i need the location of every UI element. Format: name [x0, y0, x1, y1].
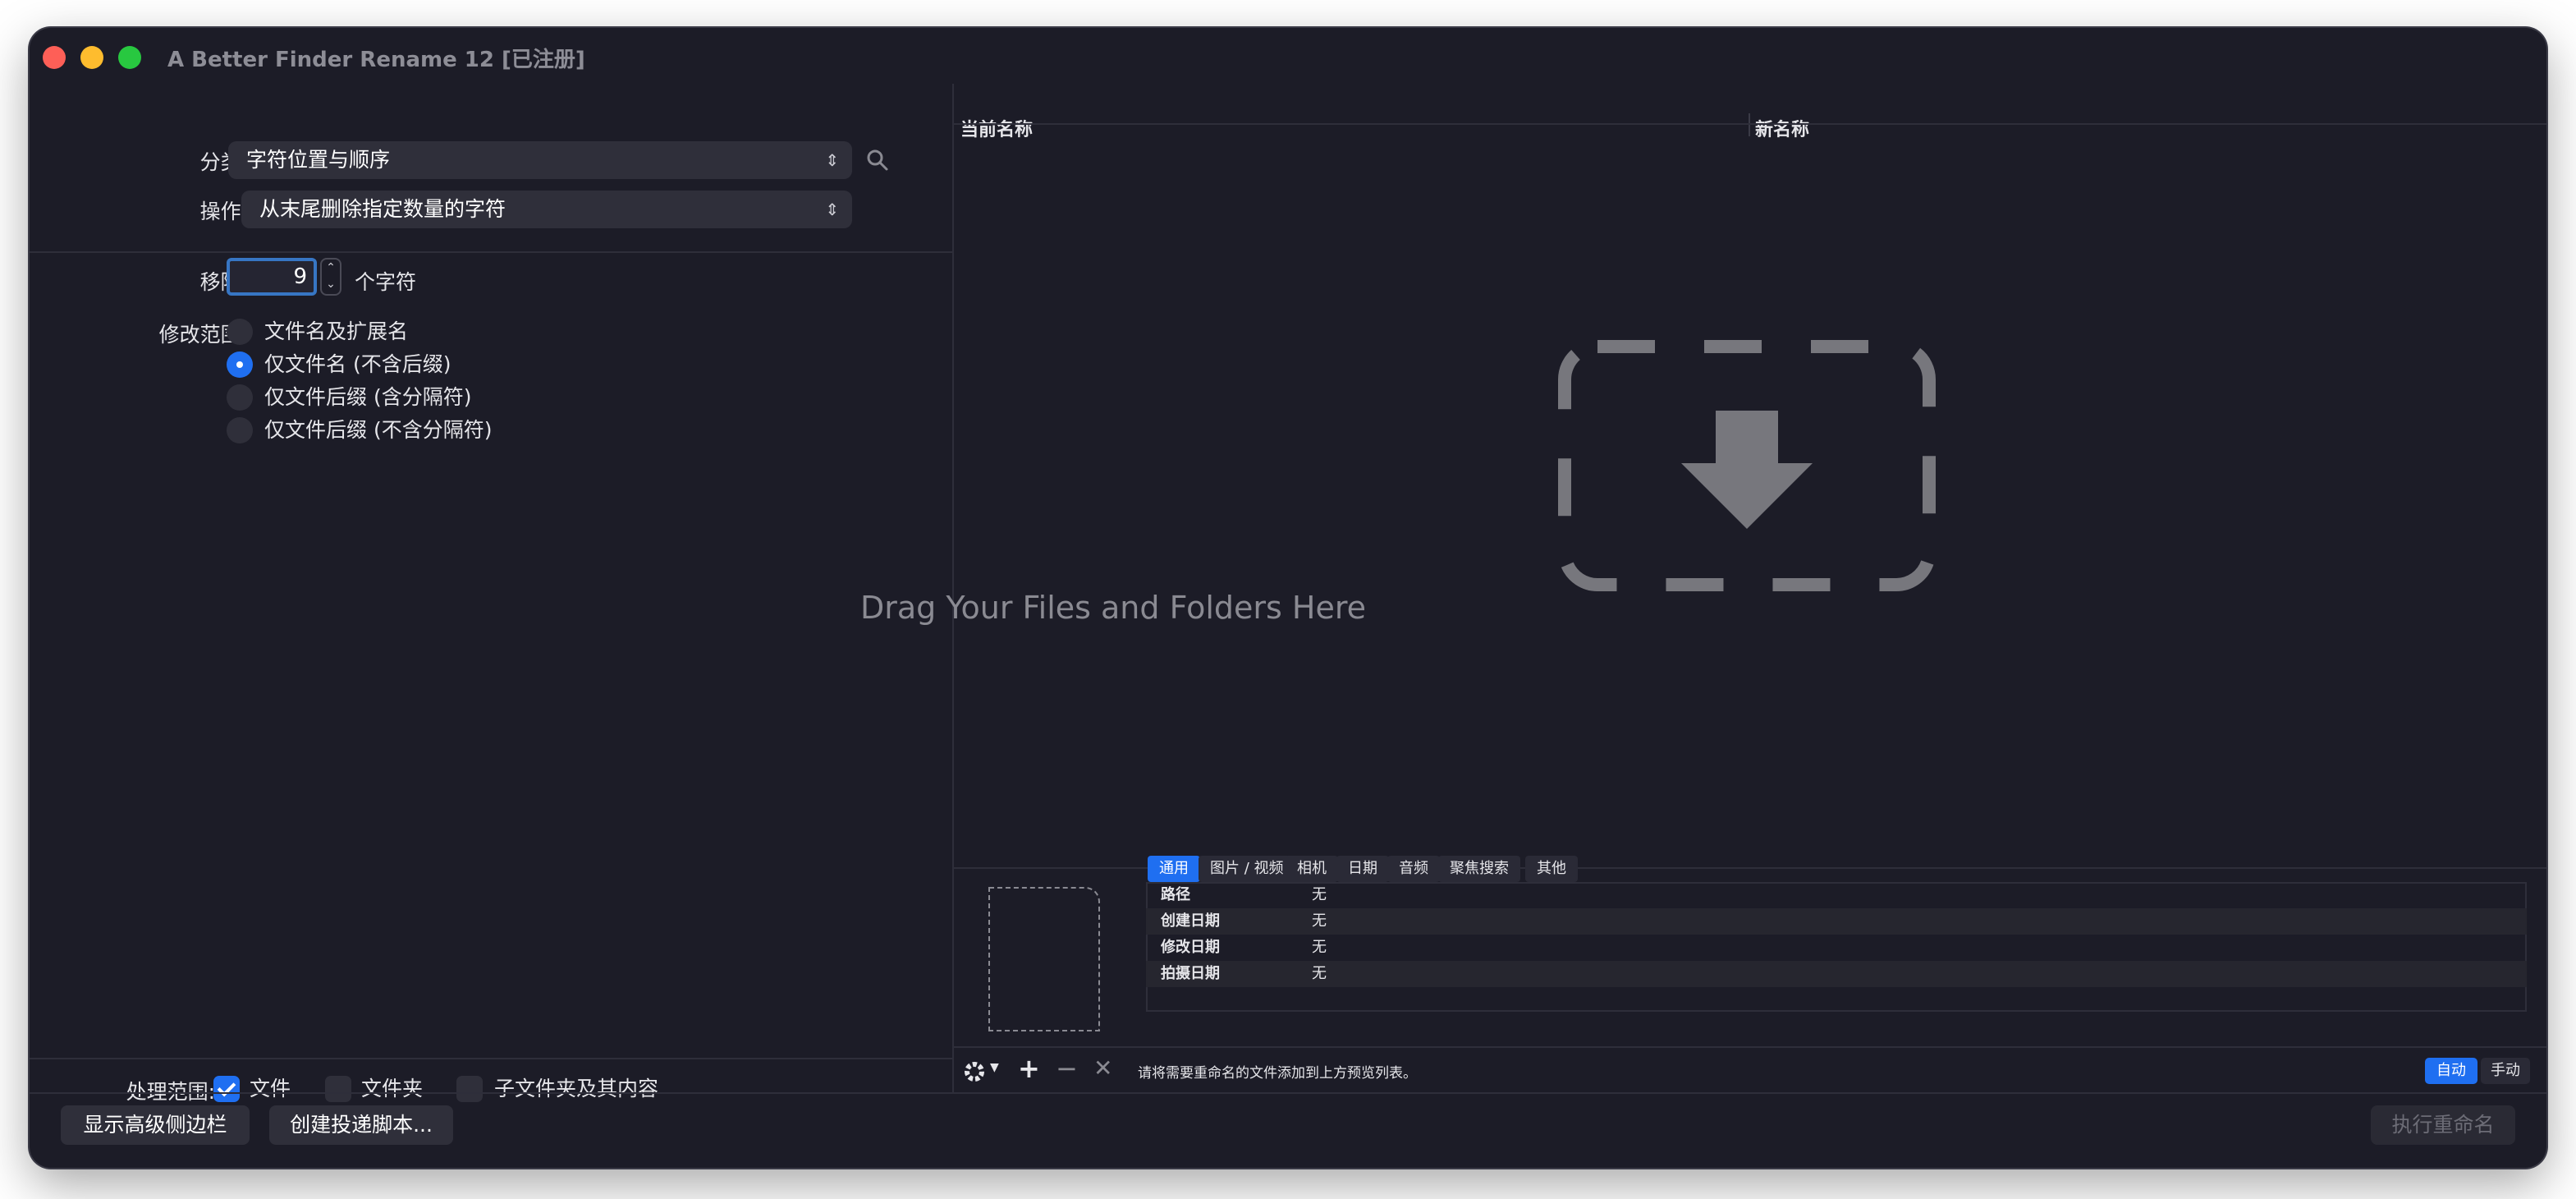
app-window: A Better Finder Rename 12 [已注册] 分类: 字符位置… — [30, 28, 2546, 1168]
zoom-window-button[interactable] — [118, 46, 141, 69]
category-popup[interactable]: 字符位置与顺序 ⇕ — [228, 141, 852, 179]
status-divider — [954, 1046, 2546, 1048]
remove-icon[interactable]: − — [1056, 1053, 1078, 1084]
close-window-button[interactable] — [43, 46, 66, 69]
title-bar: A Better Finder Rename 12 [已注册] — [30, 28, 2546, 84]
chevron-updown-icon: ⇕ — [825, 200, 839, 219]
info-row: 修改日期 无 — [1146, 935, 2527, 961]
tab-date[interactable]: 日期 — [1336, 856, 1389, 882]
info-row: 创建日期 无 — [1146, 908, 2527, 935]
info-row: 拍摄日期 无 — [1146, 961, 2527, 987]
rename-settings-panel: 分类: 字符位置与顺序 ⇕ 操作: 从末尾删除指定数量的字符 ⇕ 移除: 9 ⌃… — [30, 84, 954, 1104]
info-key: 创建日期 — [1161, 912, 1220, 930]
radio-button[interactable] — [227, 417, 253, 443]
info-value: 无 — [1312, 912, 1327, 930]
section-divider — [30, 251, 952, 253]
scope-label: 修改范围: — [158, 323, 248, 347]
clear-icon[interactable]: ✕ — [1093, 1054, 1112, 1082]
gear-icon[interactable] — [960, 1058, 988, 1086]
drop-target-icon — [1558, 340, 1936, 591]
minimize-window-button[interactable] — [80, 46, 103, 69]
info-key: 路径 — [1161, 886, 1190, 903]
tab-image-video[interactable]: 图片 / 视频 — [1199, 856, 1295, 882]
info-row: 路径 无 — [1146, 882, 2527, 908]
info-key: 修改日期 — [1161, 939, 1220, 956]
create-droplet-button[interactable]: 创建投递脚本... — [269, 1105, 453, 1145]
tab-camera[interactable]: 相机 — [1286, 856, 1338, 882]
drop-hint-text: Drag Your Files and Folders Here — [859, 590, 1367, 626]
bottom-toolbar: 显示高级侧边栏 创建投递脚本... 执行重命名 — [30, 1092, 2546, 1168]
column-separator[interactable] — [1749, 113, 1750, 136]
header-divider — [954, 123, 2546, 125]
mode-auto-button[interactable]: 自动 — [2425, 1058, 2477, 1084]
tab-general[interactable]: 通用 — [1148, 856, 1200, 882]
action-label: 操作: — [199, 200, 248, 223]
chevron-updown-icon: ⇕ — [825, 150, 839, 170]
remove-count-stepper[interactable]: ⌃ ⌄ — [320, 258, 341, 296]
action-value: 从末尾删除指定数量的字符 — [259, 197, 506, 221]
show-advanced-sidebar-button[interactable]: 显示高级侧边栏 — [61, 1105, 250, 1145]
search-icon[interactable] — [865, 148, 890, 172]
tab-other[interactable]: 其他 — [1525, 856, 1578, 882]
action-popup[interactable]: 从末尾删除指定数量的字符 ⇕ — [241, 191, 852, 228]
perform-rename-button[interactable]: 执行重命名 — [2371, 1105, 2515, 1145]
info-value: 无 — [1312, 886, 1327, 903]
scope-option-label: 仅文件名 (不含后缀) — [264, 352, 451, 376]
scope-option-label: 仅文件后缀 (不含分隔符) — [264, 418, 493, 442]
tab-spotlight[interactable]: 聚焦搜索 — [1438, 856, 1520, 882]
radio-button-selected[interactable] — [227, 351, 253, 378]
remove-unit-label: 个字符 — [355, 270, 417, 294]
scope-option-label: 仅文件后缀 (含分隔符) — [264, 385, 472, 409]
radio-button[interactable] — [227, 319, 253, 345]
remove-count-input[interactable]: 9 — [227, 258, 317, 296]
window-title: A Better Finder Rename 12 [已注册] — [167, 48, 585, 72]
section-divider — [30, 1058, 952, 1059]
chevron-down-icon[interactable]: ▼ — [990, 1061, 999, 1074]
category-value: 字符位置与顺序 — [246, 148, 391, 172]
info-value: 无 — [1312, 965, 1327, 982]
scope-option-label: 文件名及扩展名 — [264, 319, 409, 343]
tab-audio[interactable]: 音频 — [1387, 856, 1440, 882]
column-header-new-name[interactable]: 新名称 — [1755, 115, 1809, 141]
add-icon[interactable]: + — [1018, 1053, 1040, 1084]
mode-manual-button[interactable]: 手动 — [2481, 1058, 2530, 1084]
info-value: 无 — [1312, 939, 1327, 956]
info-key: 拍摄日期 — [1161, 965, 1220, 982]
column-header-current-name[interactable]: 当前名称 — [960, 115, 1033, 141]
file-thumbnail-placeholder — [988, 887, 1100, 1031]
radio-button[interactable] — [227, 384, 253, 411]
status-text: 请将需要重命名的文件添加到上方预览列表。 — [1138, 1065, 1417, 1082]
